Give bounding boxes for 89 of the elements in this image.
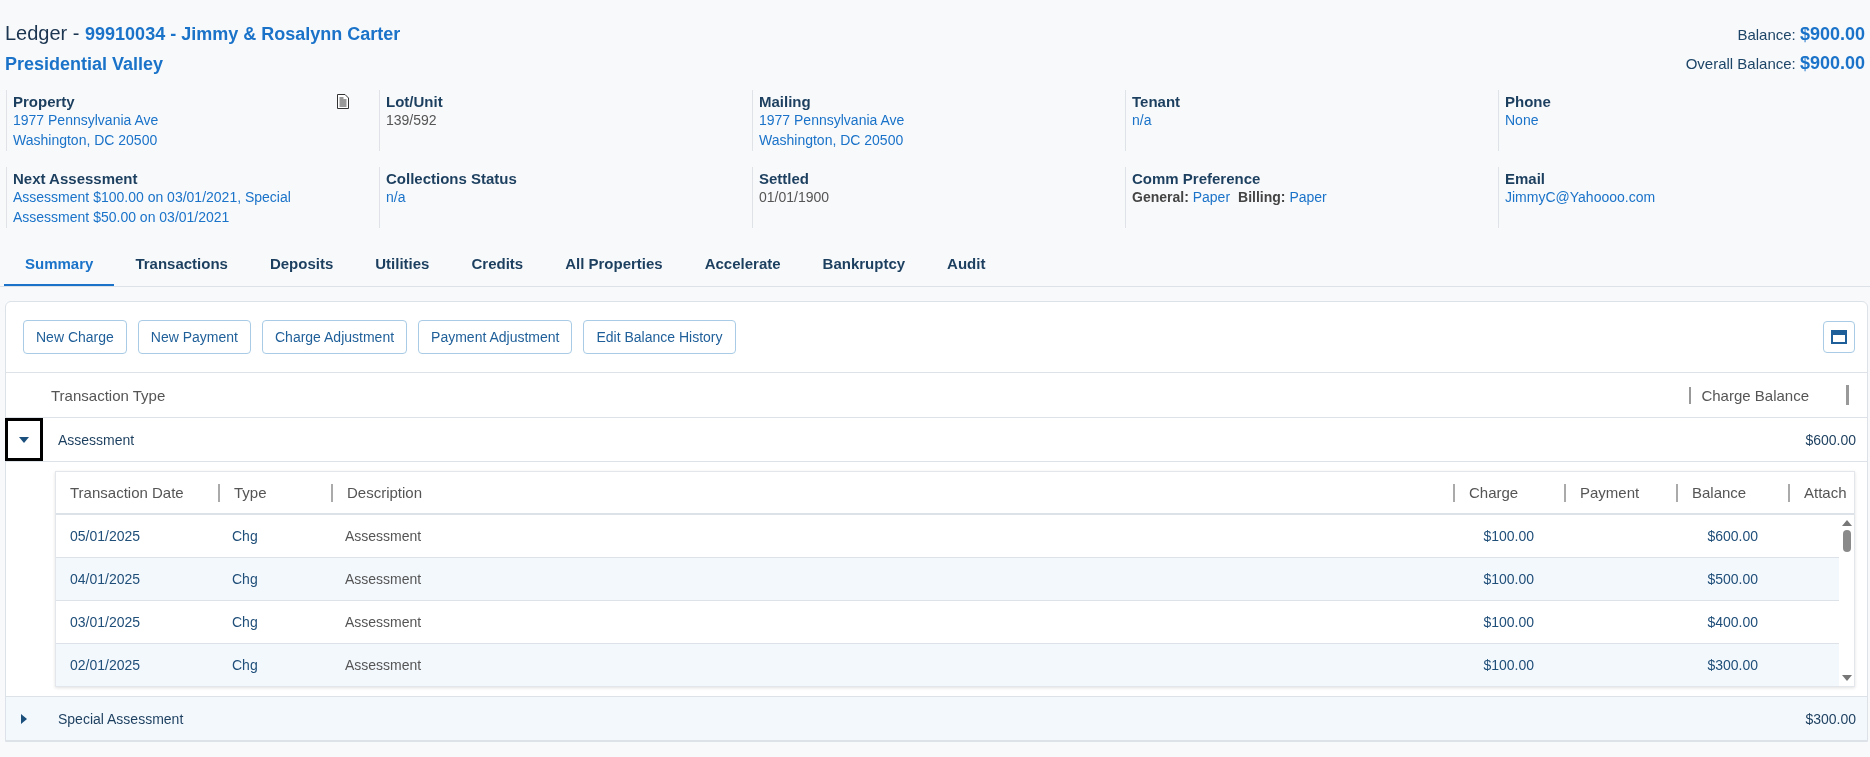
preference-name: Billing:: [1238, 189, 1286, 205]
table-cell: $600.00: [1707, 528, 1758, 544]
table-cell: Assessment: [345, 657, 422, 673]
field-value: 139/592: [386, 111, 438, 130]
group-balance: $300.00: [1805, 710, 1856, 727]
field-value[interactable]: 1977 Pennsylvania Ave: [13, 110, 313, 130]
tab[interactable]: Summary: [4, 246, 115, 286]
table-cell: 03/01/2025: [70, 614, 141, 630]
column-header: Balance: [1692, 484, 1747, 501]
toolbar-button[interactable]: Edit Balance History: [583, 320, 736, 354]
table-cell: $100.00: [1483, 571, 1534, 587]
table-cell: $400.00: [1707, 614, 1758, 630]
column-header: Attach: [1804, 484, 1847, 501]
group-balance: $600.00: [1805, 431, 1856, 448]
table-cell: Assessment: [345, 614, 422, 630]
caret-right-icon: [19, 713, 29, 724]
table-cell: $300.00: [1707, 657, 1758, 673]
expand-toggle[interactable]: [5, 418, 43, 461]
table-cell: $100.00: [1483, 614, 1534, 630]
toolbar-button[interactable]: Charge Adjustment: [262, 320, 408, 354]
column-header: Transaction Type: [51, 386, 166, 404]
column-header: Charge Balance: [1689, 386, 1809, 404]
panel-toggle-button[interactable]: [1823, 321, 1855, 353]
table-cell: Assessment: [345, 528, 422, 544]
tab[interactable]: Utilities: [354, 246, 451, 286]
field-label: Settled: [759, 170, 809, 187]
group-name: Assessment: [58, 431, 135, 448]
field-label: Property: [13, 93, 75, 110]
tab[interactable]: Transactions: [114, 246, 249, 286]
column-header: Transaction Date: [70, 484, 184, 501]
tab[interactable]: Deposits: [248, 246, 355, 286]
scroll-up-icon[interactable]: [1840, 519, 1853, 527]
window-icon: [1831, 330, 1847, 344]
group-name: Special Assessment: [58, 710, 184, 727]
balance-amount: $900.00: [1799, 53, 1865, 73]
preference-value[interactable]: Paper: [1192, 189, 1231, 205]
column-header: Description: [347, 484, 423, 501]
table-cell: $500.00: [1707, 571, 1758, 587]
tab[interactable]: All Properties: [544, 246, 684, 286]
tab[interactable]: Credits: [450, 246, 545, 286]
scrollbar[interactable]: [1839, 515, 1854, 686]
table-cell: 05/01/2025: [70, 528, 141, 544]
tab[interactable]: Bankruptcy: [801, 246, 927, 286]
field-label: Email: [1505, 170, 1546, 187]
column-header: Payment: [1580, 484, 1640, 501]
balance-amount: $900.00: [1799, 24, 1865, 44]
preference-value[interactable]: Paper: [1289, 189, 1327, 205]
table-cell: 04/01/2025: [70, 571, 141, 587]
table-cell: Chg: [232, 571, 258, 587]
table-cell: Chg: [232, 657, 258, 673]
field-label: Phone: [1505, 93, 1551, 110]
document-icon[interactable]: [337, 94, 349, 109]
field-value[interactable]: Washington, DC 20500: [759, 130, 1059, 150]
preference-name: General:: [1132, 189, 1189, 205]
toolbar-button[interactable]: Payment Adjustment: [418, 320, 573, 354]
table-cell: Chg: [232, 614, 258, 630]
table-cell: Chg: [232, 528, 258, 544]
table-cell: Assessment: [345, 571, 422, 587]
tab[interactable]: Audit: [926, 246, 1007, 286]
column-header: Type: [234, 484, 267, 501]
field-value: 01/01/1900: [759, 188, 831, 207]
table-cell: $100.00: [1483, 657, 1534, 673]
column-header: Charge: [1469, 484, 1519, 501]
field-value[interactable]: n/a: [386, 187, 686, 207]
field-label: Comm Preference: [1132, 170, 1261, 187]
account-name: 99910034 - Jimmy & Rosalynn Carter: [85, 24, 401, 44]
field-value[interactable]: n/a: [1132, 110, 1432, 130]
toolbar-button[interactable]: New Payment: [137, 320, 251, 354]
scrollbar-thumb[interactable]: [1842, 530, 1851, 552]
field-label: Tenant: [1132, 93, 1181, 110]
field-label: Next Assessment: [13, 170, 138, 187]
balance-label: Balance:: [1737, 26, 1796, 43]
toolbar-button[interactable]: New Charge: [23, 320, 127, 354]
field-value[interactable]: JimmyC@Yahoooo.com: [1505, 187, 1805, 207]
field-value[interactable]: 1977 Pennsylvania Ave: [759, 110, 1059, 130]
field-label: Lot/Unit: [386, 93, 443, 110]
field-value[interactable]: Washington, DC 20500: [13, 130, 313, 150]
balance-label: Overall Balance:: [1685, 55, 1796, 72]
field-label: Mailing: [759, 93, 811, 110]
field-value[interactable]: Assessment $100.00 on 03/01/2021, Special Assessment $50.00 on 03/01/2021: [13, 187, 313, 227]
table-cell: $100.00: [1483, 528, 1534, 544]
page-title: Ledger -: [5, 22, 80, 44]
tab[interactable]: Accelerate: [683, 246, 802, 286]
caret-down-icon: [19, 434, 29, 445]
field-label: Collections Status: [386, 170, 517, 187]
table-cell: 02/01/2025: [70, 657, 141, 673]
field-value[interactable]: None: [1505, 110, 1805, 130]
scroll-down-icon[interactable]: [1840, 674, 1853, 682]
community-name: Presidential Valley: [5, 54, 165, 75]
